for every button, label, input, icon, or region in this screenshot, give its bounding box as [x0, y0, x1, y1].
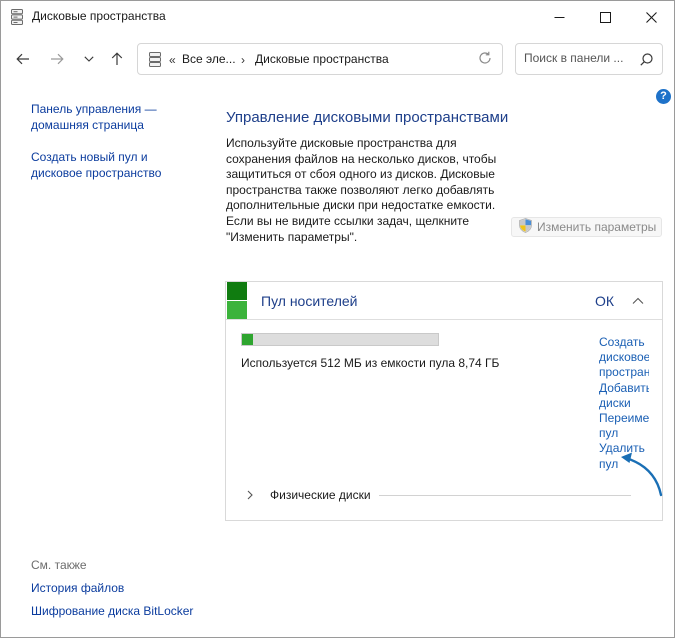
link-line: дисковое пространство: [31, 166, 162, 180]
pool-usage-bar: [241, 333, 439, 346]
refresh-button[interactable]: [478, 51, 492, 68]
link-line: диски: [599, 395, 631, 410]
collapse-button[interactable]: [632, 294, 644, 308]
maximize-button[interactable]: [582, 1, 628, 33]
disk-spaces-icon: [149, 52, 161, 70]
up-arrow-icon: [111, 52, 123, 65]
maximize-icon: [599, 11, 611, 23]
search-input[interactable]: [524, 51, 634, 65]
breadcrumb-all-items[interactable]: Все эле...: [182, 52, 236, 66]
description-line: Используйте дисковые пространства для: [226, 136, 457, 150]
control-panel-home-link[interactable]: Панель управления — домашняя страница: [31, 101, 181, 133]
back-arrow-icon: [16, 53, 29, 65]
disk-spaces-window: Дисковые пространства « Все эле... › Дис…: [0, 0, 675, 638]
minimize-icon: [554, 16, 564, 18]
annotation-arrow-icon: [617, 446, 667, 501]
forward-button[interactable]: [45, 47, 69, 71]
description-line: сохранения файлов на несколько дисков, ч…: [226, 151, 497, 166]
back-button[interactable]: [11, 47, 35, 71]
link-line: Добавить: [599, 380, 649, 395]
close-icon: [645, 11, 657, 23]
physical-disks-label: Физические диски: [270, 488, 371, 502]
breadcrumb-overflow[interactable]: «: [169, 53, 176, 67]
search-box[interactable]: [515, 43, 663, 75]
disk-spaces-icon: [10, 9, 24, 25]
link-line: пул: [599, 426, 619, 441]
chevron-up-icon: [632, 297, 644, 304]
section-divider: [379, 495, 631, 496]
physical-disks-section[interactable]: Физические диски: [246, 488, 636, 502]
window-title: Дисковые пространства: [32, 9, 166, 23]
link-line: домашняя страница: [31, 118, 144, 132]
create-storage-space-link[interactable]: Создать дисковое пространство: [599, 335, 649, 381]
minimize-button[interactable]: [536, 1, 582, 33]
rename-pool-link[interactable]: Переименовать пул: [599, 411, 649, 441]
help-button[interactable]: ?: [656, 89, 671, 104]
link-line: Создать новый пул и: [31, 150, 148, 164]
up-button[interactable]: [105, 47, 129, 71]
file-history-link[interactable]: История файлов: [31, 580, 181, 596]
close-button[interactable]: [628, 1, 674, 33]
link-line: пространство: [599, 365, 649, 380]
add-drives-link[interactable]: Добавить диски: [599, 381, 649, 411]
storage-pool-name: Пул носителей: [261, 293, 358, 309]
description-line: пространства также позволяют легко добав…: [226, 182, 495, 197]
link-line: Переименовать: [599, 411, 649, 426]
uac-shield-icon: [518, 218, 533, 236]
storage-pool-panel: Пул носителей ОК Используется 512 МБ из …: [225, 281, 663, 521]
description-line: Если вы не видите ссылки задач, щелкните: [226, 213, 470, 228]
pool-usage-text: Используется 512 МБ из емкости пула 8,74…: [241, 356, 500, 370]
link-line: Создать: [599, 335, 645, 349]
recent-locations-button[interactable]: [77, 47, 101, 71]
change-settings-label: Изменить параметры: [537, 220, 657, 234]
description-line: дополнительные диски при недостатке емко…: [226, 198, 496, 213]
link-line: Панель управления —: [31, 102, 157, 116]
forward-arrow-icon: [51, 53, 64, 65]
chevron-right-icon[interactable]: [246, 488, 254, 505]
search-icon[interactable]: [640, 53, 653, 69]
storage-pool-header[interactable]: Пул носителей ОК: [226, 282, 662, 320]
description-line: "Изменить параметры".: [226, 229, 358, 244]
page-description: Используйте дисковые пространства для со…: [226, 136, 516, 245]
link-line: дисковое: [599, 350, 649, 365]
storage-pool-icon: [227, 282, 247, 319]
title-bar: Дисковые пространства: [1, 1, 674, 33]
change-settings-button[interactable]: Изменить параметры: [511, 217, 662, 237]
create-pool-link[interactable]: Создать новый пул и дисковое пространств…: [31, 149, 181, 181]
bitlocker-link[interactable]: Шифрование диска BitLocker: [31, 603, 231, 619]
page-title: Управление дисковыми пространствами: [226, 109, 509, 126]
storage-pool-status: ОК: [595, 293, 615, 309]
description-line: защититься от сбоя одного из дисков. Дис…: [226, 167, 495, 182]
chevron-down-icon: [84, 56, 94, 62]
see-also-heading: См. также: [31, 558, 87, 572]
breadcrumb-disk-spaces[interactable]: Дисковые пространства: [255, 52, 389, 66]
breadcrumb-separator: ›: [241, 53, 245, 67]
address-bar[interactable]: « Все эле... › Дисковые пространства: [137, 43, 503, 75]
navigation-bar: « Все эле... › Дисковые пространства: [1, 41, 674, 77]
refresh-icon: [479, 51, 491, 64]
pool-usage-fill: [242, 334, 253, 345]
